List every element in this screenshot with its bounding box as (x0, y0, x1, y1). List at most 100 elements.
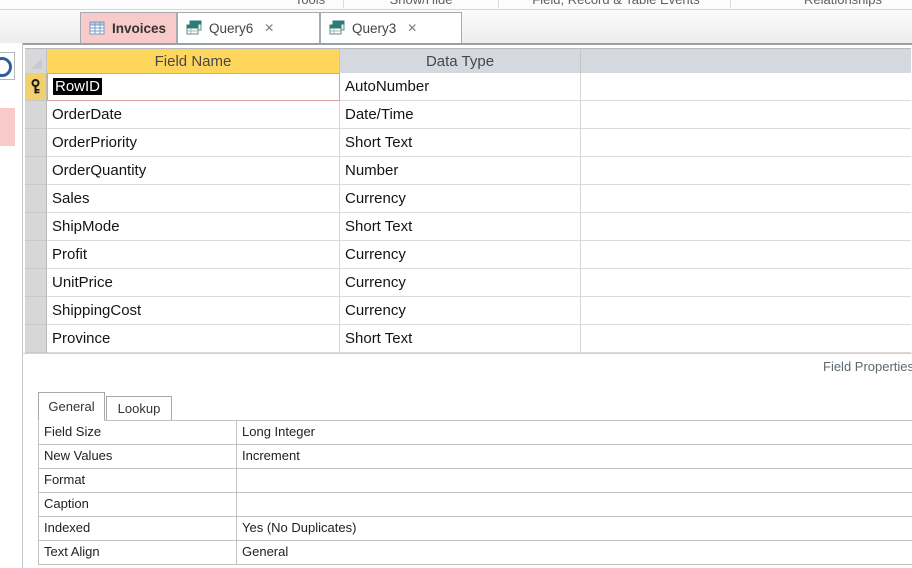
field-row: RowID AutoNumber (25, 73, 911, 101)
description-cell[interactable] (581, 101, 911, 129)
ribbon-group-events: Field, Record & Table Events (532, 0, 699, 7)
access-window: Tools Show/Hide Field, Record & Table Ev… (0, 0, 912, 568)
data-type-cell[interactable]: Currency (340, 241, 581, 269)
row-selector[interactable] (25, 325, 47, 353)
field-row: Sales Currency (25, 185, 911, 213)
row-selector[interactable] (25, 73, 47, 101)
row-selector[interactable] (25, 185, 47, 213)
field-name-header: Field Name (47, 48, 340, 73)
property-row: Caption (39, 493, 912, 517)
table-design-grid: Field Name Data Type RowID AutoNumber Orde… (25, 48, 911, 353)
property-value[interactable]: Yes (No Duplicates) (237, 517, 912, 540)
ribbon-separator (498, 0, 499, 8)
tab-general[interactable]: General (38, 392, 105, 421)
navigation-pane-edge (0, 43, 23, 568)
row-selector[interactable] (25, 157, 47, 185)
field-row: Profit Currency (25, 241, 911, 269)
ribbon-group-tools: Tools (295, 0, 325, 7)
field-row: OrderDate Date/Time (25, 101, 911, 129)
data-type-cell[interactable]: Currency (340, 185, 581, 213)
description-cell[interactable] (581, 269, 911, 297)
row-selector[interactable] (25, 241, 47, 269)
data-type-cell[interactable]: Currency (340, 297, 581, 325)
field-name-cell[interactable]: Province (47, 325, 340, 353)
field-name-cell[interactable]: ShipMode (47, 213, 340, 241)
property-row: Format (39, 469, 912, 493)
nav-selected-item-edge[interactable] (0, 108, 15, 146)
description-cell[interactable] (581, 325, 911, 353)
field-name-cell[interactable]: OrderQuantity (47, 157, 340, 185)
data-type-cell[interactable]: Number (340, 157, 581, 185)
description-cell[interactable] (581, 129, 911, 157)
property-value[interactable]: Long Integer (237, 421, 912, 444)
tab-lookup[interactable]: Lookup (106, 396, 172, 420)
property-label: Caption (39, 493, 237, 516)
property-label: New Values (39, 445, 237, 468)
property-label: Indexed (39, 517, 237, 540)
ribbon-group-relationships: Relationships (804, 0, 882, 7)
row-selector[interactable] (25, 269, 47, 297)
property-label: Format (39, 469, 237, 492)
close-icon[interactable]: ✕ (407, 21, 417, 35)
field-name-cell[interactable]: OrderDate (47, 101, 340, 129)
data-type-cell[interactable]: Short Text (340, 325, 581, 353)
field-row: ShipMode Short Text (25, 213, 911, 241)
description-cell[interactable] (581, 157, 911, 185)
description-cell[interactable] (581, 213, 911, 241)
field-name-cell[interactable]: Sales (47, 185, 340, 213)
description-header (581, 48, 911, 73)
nav-ring-box (0, 52, 15, 80)
design-grid-header: Field Name Data Type (25, 48, 911, 73)
tab-query6[interactable]: Query6 ✕ (177, 12, 320, 43)
property-value[interactable]: Increment (237, 445, 912, 468)
field-row: ShippingCost Currency (25, 297, 911, 325)
property-label: Field Size (39, 421, 237, 444)
data-type-cell[interactable]: Currency (340, 269, 581, 297)
primary-key-icon (31, 79, 40, 94)
field-properties-title: Field Properties (823, 359, 912, 374)
tab-label: Query3 (352, 20, 397, 36)
property-row: Text Align General (39, 541, 912, 565)
row-selector[interactable] (25, 297, 47, 325)
tab-label: Invoices (112, 20, 167, 36)
tab-invoices[interactable]: Invoices ✕ (80, 12, 187, 43)
ribbon-group-show-hide: Show/Hide (390, 0, 453, 7)
table-icon (89, 21, 105, 35)
field-row: Province Short Text (25, 325, 911, 353)
query-icon (186, 20, 202, 35)
field-name-cell[interactable]: UnitPrice (47, 269, 340, 297)
data-type-cell[interactable]: Short Text (340, 129, 581, 157)
document-tab-bar: Invoices ✕ Query6 ✕ (0, 10, 912, 45)
row-selector[interactable] (25, 129, 47, 157)
description-cell[interactable] (581, 185, 911, 213)
pane-divider[interactable] (22, 353, 912, 354)
property-value[interactable] (237, 469, 912, 492)
property-row: Indexed Yes (No Duplicates) (39, 517, 912, 541)
description-cell[interactable] (581, 297, 911, 325)
data-type-cell[interactable]: Short Text (340, 213, 581, 241)
field-name-cell[interactable]: OrderPriority (47, 129, 340, 157)
data-type-header: Data Type (340, 48, 581, 73)
close-icon[interactable]: ✕ (264, 21, 274, 35)
field-name-cell[interactable]: Profit (47, 241, 340, 269)
field-rows: RowID AutoNumber OrderDate Date/Time OrderPr… (25, 73, 911, 353)
description-cell[interactable] (581, 241, 911, 269)
tab-label: Query6 (209, 20, 254, 36)
ribbon-strip: Tools Show/Hide Field, Record & Table Ev… (0, 0, 912, 10)
row-selector[interactable] (25, 101, 47, 129)
ring-icon (0, 57, 12, 77)
field-row: UnitPrice Currency (25, 269, 911, 297)
property-value[interactable]: General (237, 541, 912, 564)
select-all-corner[interactable] (25, 48, 47, 73)
tab-query3[interactable]: Query3 ✕ (320, 12, 462, 43)
description-cell[interactable] (581, 73, 911, 101)
field-row: OrderQuantity Number (25, 157, 911, 185)
field-name-cell[interactable]: ShippingCost (47, 297, 340, 325)
corner-triangle-icon (31, 58, 42, 69)
data-type-cell[interactable]: AutoNumber (340, 73, 581, 101)
field-name-cell[interactable]: RowID (47, 73, 340, 101)
selected-text: RowID (53, 78, 103, 95)
property-value[interactable] (237, 493, 912, 516)
row-selector[interactable] (25, 213, 47, 241)
data-type-cell[interactable]: Date/Time (340, 101, 581, 129)
